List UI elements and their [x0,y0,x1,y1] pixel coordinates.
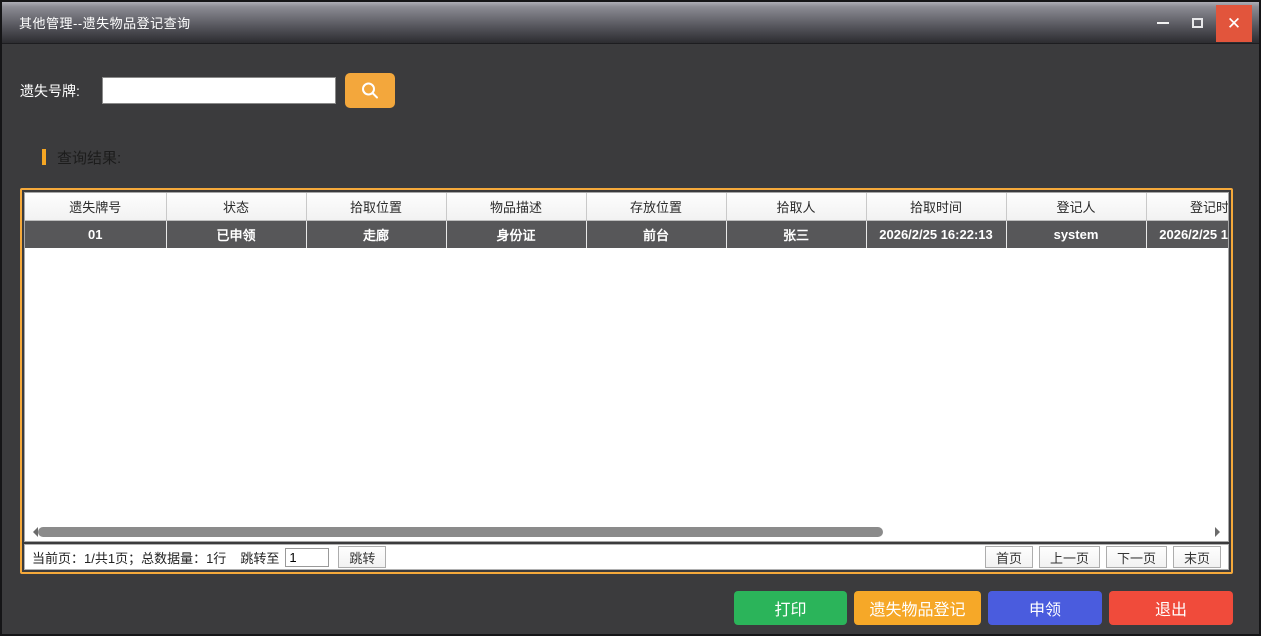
table-cell[interactable]: 走廊 [306,220,446,248]
column-header[interactable]: 登记时间 [1146,193,1229,220]
jump-button[interactable]: 跳转 [338,546,386,568]
jump-to-label: 跳转至 [240,548,279,567]
search-button[interactable] [345,73,395,108]
results-section-title: 查询结果: [57,147,121,168]
minimize-icon [1157,22,1169,24]
maximize-icon [1192,18,1203,28]
maximize-button[interactable] [1180,5,1214,41]
search-row: 遗失号牌: [20,73,1259,108]
search-icon [359,80,381,102]
scroll-right-icon[interactable] [1215,527,1225,537]
window-controls: ✕ [1146,2,1259,43]
table-cell[interactable]: system [1006,220,1146,248]
search-label: 遗失号牌: [20,81,80,101]
scrollbar-thumb[interactable] [38,527,883,537]
column-header[interactable]: 物品描述 [446,193,586,220]
column-header[interactable]: 拾取位置 [306,193,446,220]
table-cell[interactable]: 01 [25,220,166,248]
results-section-header: 查询结果: [42,148,1259,166]
search-input[interactable] [102,77,336,104]
table-cell[interactable]: 2026/2/25 16:22:13 [1146,220,1229,248]
title-bar: 其他管理--遗失物品登记查询 ✕ [2,2,1259,44]
results-table: 遗失牌号 状态 拾取位置 物品描述 存放位置 拾取人 拾取时间 登记人 登记时间 [25,193,1229,248]
scroll-left-icon[interactable] [28,527,38,537]
column-header[interactable]: 存放位置 [586,193,726,220]
table-row[interactable]: 01 已申领 走廊 身份证 前台 张三 2026/2/25 16:22:13 s… [25,220,1229,248]
results-panel: 遗失牌号 状态 拾取位置 物品描述 存放位置 拾取人 拾取时间 登记人 登记时间 [20,188,1233,574]
table-cell[interactable]: 张三 [726,220,866,248]
table-cell[interactable]: 已申领 [166,220,306,248]
accent-bar-icon [42,149,46,165]
column-header[interactable]: 拾取时间 [866,193,1006,220]
table-header-row: 遗失牌号 状态 拾取位置 物品描述 存放位置 拾取人 拾取时间 登记人 登记时间 [25,193,1229,220]
last-page-button[interactable]: 末页 [1173,546,1221,568]
results-table-container: 遗失牌号 状态 拾取位置 物品描述 存放位置 拾取人 拾取时间 登记人 登记时间 [24,192,1229,542]
app-window: 其他管理--遗失物品登记查询 ✕ 遗失号牌: [0,0,1261,636]
column-header[interactable]: 遗失牌号 [25,193,166,220]
pagination-nav: 首页 上一页 下一页 末页 [985,546,1221,568]
prev-page-button[interactable]: 上一页 [1039,546,1100,568]
first-page-button[interactable]: 首页 [985,546,1033,568]
window-title: 其他管理--遗失物品登记查询 [2,13,191,32]
page-summary: 当前页：1/共1页；总数据量：1行 [32,548,226,567]
lost-item-register-button[interactable]: 遗失物品登记 [854,591,981,625]
close-button[interactable]: ✕ [1216,5,1252,42]
minimize-button[interactable] [1146,5,1180,41]
table-cell[interactable]: 2026/2/25 16:22:13 [866,220,1006,248]
column-header[interactable]: 登记人 [1006,193,1146,220]
main-content: 遗失号牌: 查询结果: [2,44,1259,634]
column-header[interactable]: 拾取人 [726,193,866,220]
column-header[interactable]: 状态 [166,193,306,220]
table-cell[interactable]: 身份证 [446,220,586,248]
jump-page-input[interactable] [285,548,329,567]
horizontal-scrollbar[interactable] [25,526,1228,539]
close-icon: ✕ [1227,14,1241,34]
action-button-row: 打印 遗失物品登记 申领 退出 [2,591,1233,625]
exit-button[interactable]: 退出 [1109,591,1233,625]
claim-button[interactable]: 申领 [988,591,1102,625]
next-page-button[interactable]: 下一页 [1106,546,1167,568]
pagination-bar: 当前页：1/共1页；总数据量：1行 跳转至 跳转 首页 上一页 下一页 末页 [24,544,1229,570]
table-cell[interactable]: 前台 [586,220,726,248]
print-button[interactable]: 打印 [734,591,847,625]
